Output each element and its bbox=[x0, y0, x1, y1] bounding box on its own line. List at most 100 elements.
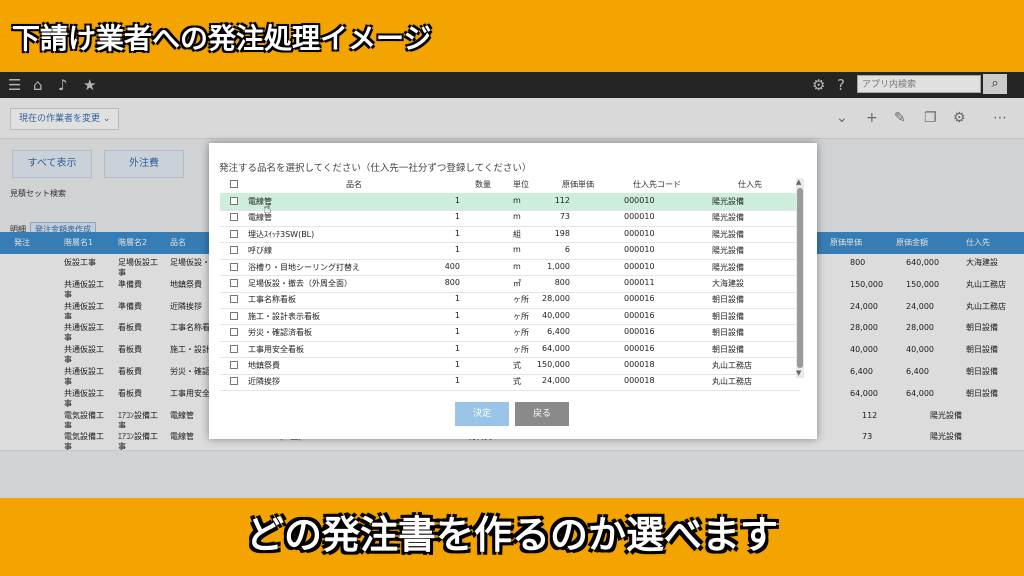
item-row[interactable]: 足場仮設・撤去（外周全面） 800 ㎡ 800 000011 大海建設 bbox=[220, 275, 800, 293]
header-supplier: 仕入先 bbox=[738, 180, 762, 189]
row-checkbox[interactable] bbox=[230, 279, 238, 287]
scroll-up-icon[interactable]: ▲ bbox=[796, 178, 801, 186]
item-row[interactable]: 呼び線 1 m 6 000010 陽光設備 bbox=[220, 242, 800, 260]
item-supplier: 陽光設備 bbox=[712, 213, 744, 223]
item-code: 000010 bbox=[624, 261, 655, 271]
item-code: 000011 bbox=[624, 278, 655, 287]
item-qty: 1 bbox=[454, 376, 460, 386]
item-name: 呼び線 bbox=[248, 246, 272, 256]
item-code: 000018 bbox=[624, 360, 655, 369]
scroll-down-icon[interactable]: ▼ bbox=[796, 369, 801, 377]
item-supplier: 大海建設 bbox=[712, 279, 744, 288]
item-name: 施工・設計表示看板 bbox=[248, 311, 320, 321]
row-checkbox[interactable] bbox=[230, 328, 238, 337]
banner-title: 下請け業者への発注処理イメージ bbox=[12, 22, 432, 55]
item-row[interactable]: 近隣挨拶 1 式 24,000 000018 丸山工務店 bbox=[220, 373, 800, 391]
item-row[interactable]: 埋込ｽｲｯﾁ3SW(BL) 1 組 198 000010 陽光設備 bbox=[220, 226, 800, 244]
item-supplier: 朝日設備 bbox=[712, 328, 744, 338]
item-code: 000016 bbox=[624, 343, 655, 353]
item-qty: 400 bbox=[444, 261, 460, 271]
header-code: 仕入先コード bbox=[633, 180, 681, 189]
item-supplier: 丸山工務店 bbox=[712, 377, 752, 387]
item-name: 工事名称看板 bbox=[248, 295, 296, 305]
item-name: 足場仮設・撤去（外周全面） bbox=[248, 279, 352, 288]
item-row[interactable]: 労災・確認済看板 1 ヶ所 6,400 000016 朝日設備 bbox=[220, 324, 800, 342]
item-row[interactable]: 施工・設計表示看板 1 ヶ所 40,000 000016 朝日設備 bbox=[220, 308, 800, 326]
mouse-cursor-icon: ☝ bbox=[263, 201, 272, 217]
item-table-header: 品名 数量 単位 原価単価 仕入先コード 仕入先 bbox=[220, 176, 800, 192]
item-cost: 150,000 bbox=[536, 360, 570, 369]
item-code: 000016 bbox=[624, 327, 655, 337]
item-code: 000016 bbox=[624, 310, 655, 320]
item-name: 埋込ｽｲｯﾁ3SW(BL) bbox=[248, 229, 315, 239]
item-code: 000018 bbox=[624, 376, 655, 386]
row-checkbox[interactable] bbox=[230, 377, 238, 386]
row-checkbox[interactable] bbox=[230, 295, 238, 304]
row-checkbox[interactable] bbox=[230, 246, 238, 255]
video-frame: 下請け業者への発注処理イメージ ☰ ⌂ ♪ ★ ⚙ ? アプリ内検索 ⌕ 現在の… bbox=[0, 0, 1024, 576]
item-cost: 800 bbox=[554, 278, 570, 287]
header-unit: 単位 bbox=[513, 180, 529, 189]
item-row[interactable]: 工事用安全看板 1 ヶ所 64,000 000016 朝日設備 bbox=[220, 341, 800, 359]
header-qty: 数量 bbox=[475, 180, 491, 189]
confirm-button[interactable]: 決定 bbox=[455, 402, 509, 426]
item-code: 000016 bbox=[624, 294, 655, 304]
item-name: 地鎮祭費 bbox=[248, 361, 280, 370]
header-cost: 原価単価 bbox=[562, 180, 594, 189]
item-row[interactable]: 電線管 1 m 112 000010 陽光設備 bbox=[220, 193, 800, 211]
scrollbar-thumb[interactable] bbox=[797, 188, 803, 368]
item-name: 労災・確認済看板 bbox=[248, 328, 312, 338]
item-name: 浴槽り・目地シーリング打替え bbox=[248, 262, 360, 272]
item-code: 000010 bbox=[624, 196, 655, 205]
row-checkbox[interactable] bbox=[230, 361, 238, 369]
item-supplier: 陽光設備 bbox=[712, 197, 744, 206]
item-cost: 1,000 bbox=[547, 261, 570, 271]
item-supplier: 朝日設備 bbox=[712, 311, 744, 321]
item-qty: 1 bbox=[454, 294, 460, 304]
back-button[interactable]: 戻る bbox=[515, 402, 569, 426]
item-cost: 28,000 bbox=[542, 294, 570, 304]
item-supplier: 朝日設備 bbox=[712, 295, 744, 305]
item-qty: 1 bbox=[454, 343, 460, 353]
row-checkbox[interactable] bbox=[230, 229, 238, 238]
item-row[interactable]: 電線管 1 m 73 000010 陽光設備 bbox=[220, 209, 800, 227]
item-row[interactable]: 地鎮祭費 1 式 150,000 000018 丸山工務店 bbox=[220, 357, 800, 375]
item-name: 工事用安全看板 bbox=[248, 344, 304, 354]
item-cost: 6,400 bbox=[547, 327, 570, 337]
item-qty: 1 bbox=[454, 327, 460, 337]
item-supplier: 陽光設備 bbox=[712, 246, 744, 256]
row-checkbox[interactable] bbox=[230, 213, 238, 222]
item-qty: 800 bbox=[444, 278, 460, 287]
item-code: 000010 bbox=[624, 212, 655, 222]
dialog-title: 発注する品名を選択してください（仕入先一社分ずつ登録してください） bbox=[219, 163, 532, 174]
item-qty: 1 bbox=[454, 196, 460, 205]
item-row[interactable]: 浴槽り・目地シーリング打替え 400 m 1,000 000010 陽光設備 bbox=[220, 259, 800, 277]
row-checkbox[interactable] bbox=[230, 344, 238, 353]
item-cost: 24,000 bbox=[542, 376, 570, 386]
item-qty: 1 bbox=[454, 245, 460, 255]
item-cost: 112 bbox=[554, 196, 570, 205]
item-supplier: 陽光設備 bbox=[712, 229, 744, 239]
header-name: 品名 bbox=[346, 180, 362, 189]
item-code: 000010 bbox=[624, 245, 655, 255]
item-select-dialog: 発注する品名を選択してください（仕入先一社分ずつ登録してください） 品名 数量 … bbox=[209, 143, 817, 439]
item-supplier: 陽光設備 bbox=[712, 262, 744, 272]
item-row[interactable]: 工事名称看板 1 ヶ所 28,000 000016 朝日設備 bbox=[220, 291, 800, 309]
caption-subtitle: どの発注書を作るのか選べます bbox=[245, 513, 778, 557]
dialog-scrollbar[interactable]: ▲ ▼ bbox=[796, 178, 804, 378]
item-name: 近隣挨拶 bbox=[248, 377, 280, 387]
item-qty: 1 bbox=[454, 360, 460, 369]
row-checkbox[interactable] bbox=[230, 262, 238, 271]
item-cost: 73 bbox=[559, 212, 570, 222]
item-cost: 64,000 bbox=[542, 343, 570, 353]
item-qty: 1 bbox=[454, 310, 460, 320]
row-checkbox[interactable] bbox=[230, 311, 238, 320]
app-window: ☰ ⌂ ♪ ★ ⚙ ? アプリ内検索 ⌕ 現在の作業者を変更 ⌄ ⌄ + ✎ ❐… bbox=[0, 72, 1024, 498]
row-checkbox[interactable] bbox=[230, 197, 238, 205]
item-code: 000010 bbox=[624, 228, 655, 238]
item-supplier: 朝日設備 bbox=[712, 344, 744, 354]
item-supplier: 丸山工務店 bbox=[712, 361, 752, 370]
item-qty: 1 bbox=[454, 212, 460, 222]
item-cost: 40,000 bbox=[542, 310, 570, 320]
item-cost: 198 bbox=[554, 228, 570, 238]
